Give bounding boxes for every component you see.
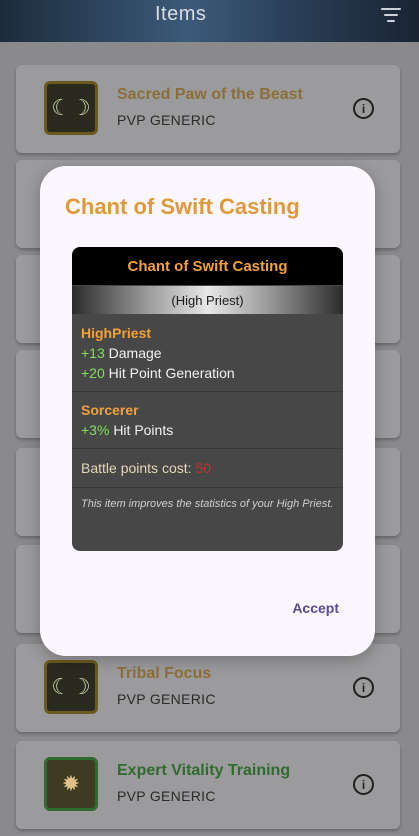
stat-label: Hit Points bbox=[113, 422, 174, 438]
item-tooltip: Chant of Swift Casting (High Priest) Hig… bbox=[72, 247, 343, 551]
item-type: PVP GENERIC bbox=[117, 788, 216, 804]
info-icon[interactable]: i bbox=[353, 677, 374, 698]
stat-value: +13 bbox=[81, 345, 105, 361]
item-name: Sacred Paw of the Beast bbox=[117, 86, 303, 103]
stat-value: +3% bbox=[81, 422, 110, 438]
stat-section-highpriest: HighPriest +13 Damage +20 Hit Point Gene… bbox=[72, 315, 343, 383]
claw-emblem-icon: ☾☽ bbox=[44, 81, 98, 135]
accept-button[interactable]: Accept bbox=[292, 600, 339, 616]
tooltip-class-banner: (High Priest) bbox=[72, 286, 343, 314]
battle-points-cost: Battle points cost: 50 bbox=[72, 449, 343, 477]
item-name: Expert Vitality Training bbox=[117, 762, 291, 779]
stat-line: +3% Hit Points bbox=[81, 420, 334, 440]
section-title: HighPriest bbox=[81, 325, 152, 341]
item-description: This item improves the statistics of you… bbox=[81, 498, 334, 510]
page-title: Items bbox=[155, 3, 207, 25]
stat-value: +20 bbox=[81, 365, 105, 381]
list-item[interactable]: ☾☽ Tribal Focus PVP GENERIC i bbox=[16, 644, 400, 732]
shield-claw-icon: ✹ bbox=[44, 757, 98, 811]
stat-line: +13 Damage bbox=[81, 343, 334, 363]
section-title: Sorcerer bbox=[81, 402, 139, 418]
dialog-title: Chant of Swift Casting bbox=[65, 194, 300, 219]
cost-value: 50 bbox=[195, 460, 211, 476]
info-icon[interactable]: i bbox=[353, 774, 374, 795]
stat-section-sorcerer: Sorcerer +3% Hit Points bbox=[72, 392, 343, 440]
app-bar: Items bbox=[0, 0, 419, 42]
item-type: PVP GENERIC bbox=[117, 112, 216, 128]
item-type: PVP GENERIC bbox=[117, 691, 216, 707]
claw-emblem-icon: ☾☽ bbox=[44, 660, 98, 714]
cost-label: Battle points cost: bbox=[81, 460, 192, 476]
list-item[interactable]: ✹ Expert Vitality Training PVP GENERIC i bbox=[16, 741, 400, 829]
list-item[interactable]: ☾☽ Sacred Paw of the Beast PVP GENERIC i bbox=[16, 65, 400, 153]
stat-label: Hit Point Generation bbox=[108, 365, 235, 381]
stat-label: Damage bbox=[108, 345, 162, 361]
info-icon[interactable]: i bbox=[353, 98, 374, 119]
stat-line: +20 Hit Point Generation bbox=[81, 363, 334, 383]
tooltip-header: Chant of Swift Casting bbox=[72, 247, 343, 285]
item-detail-dialog: Chant of Swift Casting Chant of Swift Ca… bbox=[40, 166, 375, 656]
filter-icon[interactable] bbox=[381, 8, 401, 22]
item-name: Tribal Focus bbox=[117, 665, 212, 682]
